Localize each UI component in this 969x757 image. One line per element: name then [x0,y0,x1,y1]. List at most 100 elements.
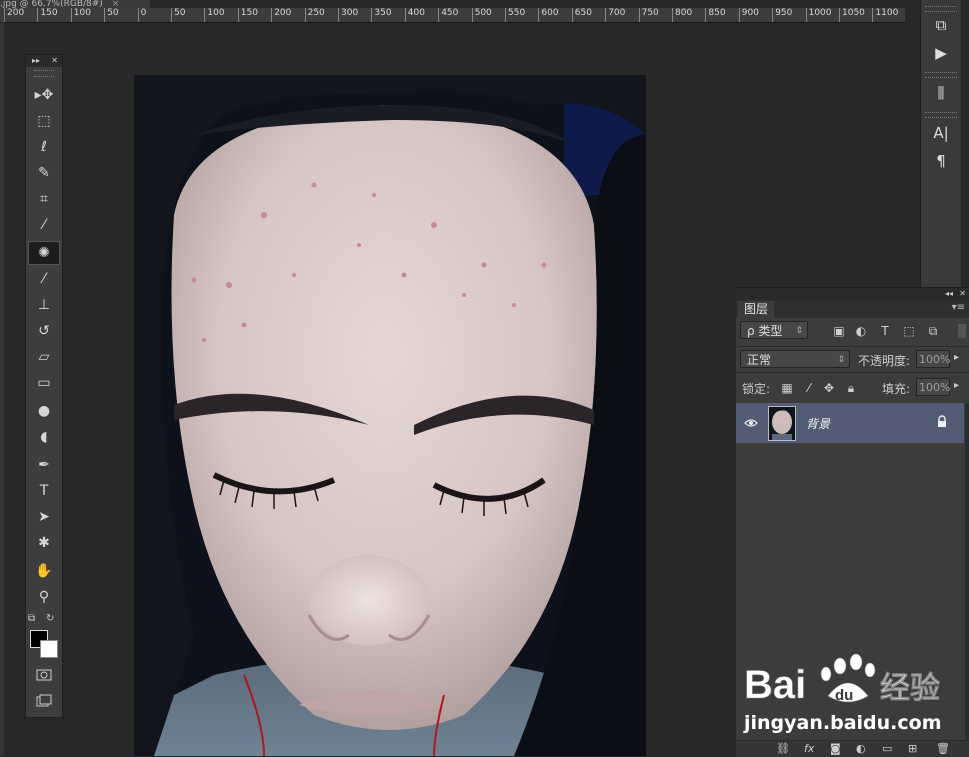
layer-name[interactable]: 背景 [806,415,830,432]
ruler-tick: 150 [37,8,58,22]
pen-tool[interactable]: ✒ [28,453,60,477]
visibility-eye-icon[interactable] [744,417,758,429]
dodge-tool[interactable]: ◖ [28,425,60,449]
type-tool[interactable]: T [28,479,60,503]
eraser-tool[interactable]: ▱ [28,345,60,369]
swap-colors-icon[interactable]: ↻ [46,613,54,624]
lock-transparent-icon[interactable]: ▦ [780,381,794,395]
quick-mask-button[interactable] [28,663,60,687]
shape-tool[interactable]: ✱ [28,531,60,555]
add-mask-icon[interactable]: ◙ [830,742,841,755]
delete-layer-icon[interactable]: 🗑 [936,742,950,755]
adjustment-filter-icon[interactable]: ◐ [854,324,868,338]
screen-mode-button[interactable] [28,689,60,713]
document-tab-close-icon[interactable]: × [112,0,120,8]
updown-arrow-icon: ⇕ [837,355,845,365]
ruler-tick: 200 [4,8,24,22]
marquee-tool[interactable]: ⬚ [28,109,60,133]
actions-panel-button[interactable]: ▶ [925,40,957,66]
opacity-input[interactable]: 100% [916,350,950,368]
link-layers-icon[interactable]: ⛓ [776,742,790,755]
document-tab[interactable]: .jpg @ 66.7%(RGB/8#) × [0,0,150,8]
ruler-tick: 350 [371,8,392,22]
crop-tool[interactable]: ⌗ [28,187,60,211]
move-tool[interactable]: ▸✥ [28,83,60,107]
lock-position-icon[interactable]: ✥ [822,381,836,395]
lock-image-icon[interactable]: ⁄ [802,381,816,395]
blur-tool[interactable]: ● [28,399,60,423]
pixel-filter-icon[interactable]: ▣ [832,324,846,338]
hand-tool[interactable]: ✋ [28,559,60,583]
ruler-tick: 1100 [872,8,898,22]
quick-select-tool[interactable]: ✎ [28,161,60,185]
zoom-icon: ⚲ [38,589,50,605]
ruler-tick: 150 [237,8,258,22]
ruler-tick: 100 [204,8,225,22]
gradient-tool[interactable]: ▭ [28,371,60,395]
crop-icon: ⌗ [40,191,48,207]
panel-menu-icon[interactable]: ▾≡ [952,302,965,313]
ruler-tick: 250 [304,8,325,22]
fx-icon[interactable]: fx [804,742,814,755]
paragraph-panel-button[interactable]: ¶ [925,148,957,174]
background-color-swatch[interactable] [40,640,58,658]
dock-separator [925,72,957,78]
opacity-dropdown-icon[interactable]: ▸ [954,352,959,363]
layer-filter-select[interactable]: ρ 类型 ⇕ [740,321,808,339]
fill-dropdown-icon[interactable]: ▸ [954,380,959,391]
spot-healing-tool[interactable]: ✺ [28,241,60,265]
character-panel-button[interactable]: A| [925,120,957,146]
layer-row[interactable]: 背景 [736,403,964,443]
ruler-tick: 1050 [839,8,865,22]
dock-separator [925,112,957,118]
adjustment-layer-icon[interactable]: ◐ [856,742,866,755]
brush-tool[interactable]: ⁄ [28,267,60,291]
new-layer-icon[interactable]: ⊞ [908,742,917,755]
fill-label: 填充: [882,382,911,396]
blend-mode-select[interactable]: 正常 ⇕ [740,350,850,368]
history-brush-tool[interactable]: ↺ [28,319,60,343]
opacity-label: 不透明度: [858,354,911,368]
screen-mode-icon [36,694,52,707]
smart-object-filter-icon[interactable]: ⧉ [926,324,940,338]
lasso-icon: ℓ [41,139,47,155]
zoom-tool[interactable]: ⚲ [28,585,60,609]
eraser-icon: ▱ [38,349,50,365]
layers-panel-header: ◂◂ ✕ [736,288,969,300]
close-icon[interactable]: ✕ [51,55,58,67]
document-image[interactable] [134,75,646,756]
tab-layers[interactable]: 图层 [738,301,775,318]
ruler-tick: 200 [271,8,291,22]
ruler-tick: 300 [338,8,358,22]
ruler-tick: 50 [171,8,185,22]
fill-input[interactable]: 100% [916,378,950,396]
drag-handle[interactable] [34,70,54,77]
eyedropper-tool[interactable]: ⁄ [28,213,60,237]
history-panel-button[interactable]: ⧉ [925,12,957,38]
ruler-tick: 950 [772,8,792,22]
lock-label: 锁定: [742,382,771,396]
clone-stamp-tool[interactable]: ⊥ [28,293,60,317]
ruler-tick: 700 [605,8,625,22]
divider [736,372,969,373]
path-select-tool[interactable]: ➤ [28,505,60,529]
lock-all-icon[interactable]: 🔒︎ [844,381,858,395]
layer-filter-value: ρ 类型 [747,324,783,338]
default-colors-icon[interactable]: ⧉ [28,613,35,624]
pen-icon: ✒ [38,457,50,473]
layers-scrollbar[interactable] [965,403,969,743]
brush-presets-button[interactable]: ⫼ [925,80,957,106]
new-group-icon[interactable]: ▭ [882,742,892,755]
type-filter-icon[interactable]: T [878,324,892,338]
collapse-icon[interactable]: ▸▸ [32,55,40,67]
collapse-icon[interactable]: ◂◂ [945,288,953,300]
close-icon[interactable]: ✕ [959,288,966,300]
lasso-tool[interactable]: ℓ [28,135,60,159]
shape-filter-icon[interactable]: ⬚ [902,324,916,338]
filter-toggle[interactable] [958,324,966,338]
tools-panel: ▸▸ ✕ ▸✥ ⬚ ℓ ✎ ⌗ ⁄ ✺ ⁄ ⊥ ↺ ▱ ▭ ● ◖ ✒ T ➤ ✱ ✋ ⚲ ⧉ ↻ [25,54,63,718]
blend-mode-value: 正常 [747,353,772,367]
layers-bottom-bar: ⛓ fx ◙ ◐ ▭ ⊞ 🗑 [736,740,969,757]
ruler-tick: 850 [705,8,726,22]
tools-panel-header: ▸▸ ✕ [26,55,62,67]
